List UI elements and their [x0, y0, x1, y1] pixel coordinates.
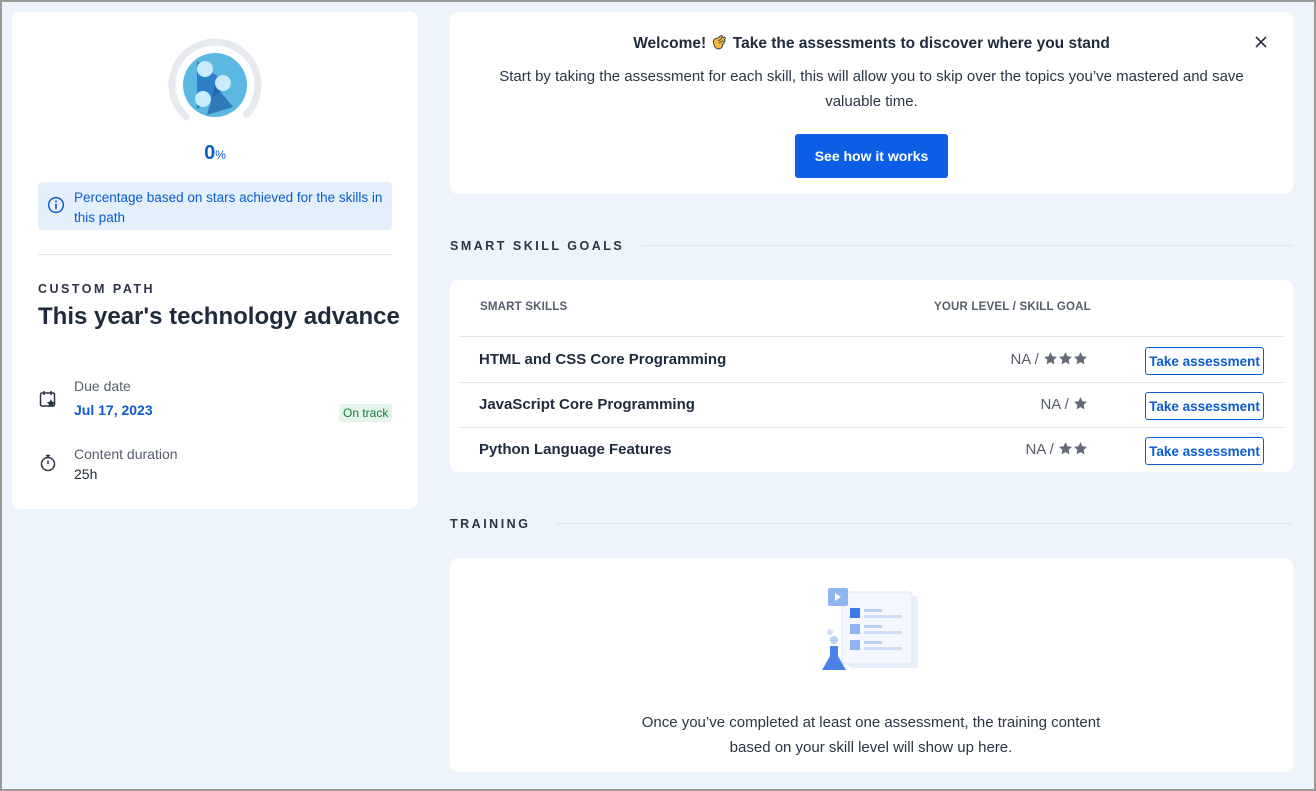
training-card: Once you’ve completed at least one asses…: [450, 558, 1293, 772]
training-empty-message: Once you’ve completed at least one asses…: [641, 714, 1101, 756]
info-text: Percentage based on stars achieved for t…: [74, 190, 383, 225]
section-divider: [642, 245, 1293, 246]
take-assessment-button[interactable]: Take assessment: [1145, 437, 1264, 465]
duration-value: 25h: [74, 466, 98, 482]
calendar-star-icon: [39, 391, 56, 407]
skill-row: Python Language Features NA / Take assess…: [459, 428, 1284, 473]
star-icon: [1074, 352, 1087, 365]
see-how-it-works-button[interactable]: See how it works: [795, 134, 948, 178]
stopwatch-icon: [40, 454, 56, 472]
star-icon: [1059, 442, 1072, 455]
divider: [38, 254, 392, 255]
welcome-banner: Welcome! Take the assessments to discove…: [450, 12, 1293, 194]
take-assessment-button[interactable]: Take assessment: [1145, 347, 1264, 375]
empty-training-illustration: [822, 588, 918, 670]
column-header-skills: SMART SKILLS: [480, 301, 568, 313]
due-date-value: Jul 17, 2023: [74, 402, 153, 418]
skill-name: HTML and CSS Core Programming: [479, 351, 727, 368]
duration-label: Content duration: [74, 446, 178, 462]
skill-level: NA /: [1040, 396, 1088, 413]
header-divider: [459, 336, 1284, 337]
section-divider: [555, 523, 1293, 524]
due-date-label: Due date: [74, 378, 131, 394]
skill-name: JavaScript Core Programming: [479, 396, 695, 413]
skill-goal-stars: [1058, 441, 1088, 458]
skill-goal-stars: [1073, 396, 1088, 413]
star-icon: [1044, 352, 1057, 365]
progress-ring: [167, 37, 263, 133]
training-heading: TRAINING: [450, 517, 531, 531]
progress-percentage: 0%: [204, 142, 226, 164]
path-type-label: CUSTOM PATH: [38, 282, 156, 296]
status-badge: On track: [339, 404, 393, 422]
skill-goals-heading: SMART SKILL GOALS: [450, 239, 625, 253]
path-title: This year's technology advance: [38, 303, 400, 330]
welcome-body: Start by taking the assessment for each …: [499, 68, 1244, 110]
info-circle-icon: [47, 196, 65, 214]
star-icon: [1074, 442, 1087, 455]
skill-row: HTML and CSS Core Programming NA / Take a…: [459, 338, 1284, 383]
skill-level: NA /: [1025, 441, 1088, 458]
close-icon[interactable]: [1253, 34, 1269, 50]
skill-goals-table: SMART SKILLS YOUR LEVEL / SKILL GOAL HTM…: [450, 280, 1293, 472]
welcome-title: Welcome! Take the assessments to discove…: [633, 35, 1110, 52]
skill-goal-stars: [1043, 351, 1088, 368]
path-summary-card: 0% Percentage based on stars achieved fo…: [12, 12, 418, 509]
skill-row: JavaScript Core Programming NA / Take ass…: [459, 383, 1284, 428]
progress-info-note: Percentage based on stars achieved for t…: [38, 182, 392, 230]
skill-name: Python Language Features: [479, 441, 672, 458]
take-assessment-button[interactable]: Take assessment: [1145, 392, 1264, 420]
clapping-hands-icon: [713, 35, 727, 50]
star-icon: [1074, 397, 1087, 410]
skill-level: NA /: [1010, 351, 1088, 368]
column-header-level: YOUR LEVEL / SKILL GOAL: [934, 301, 1091, 313]
star-icon: [1059, 352, 1072, 365]
